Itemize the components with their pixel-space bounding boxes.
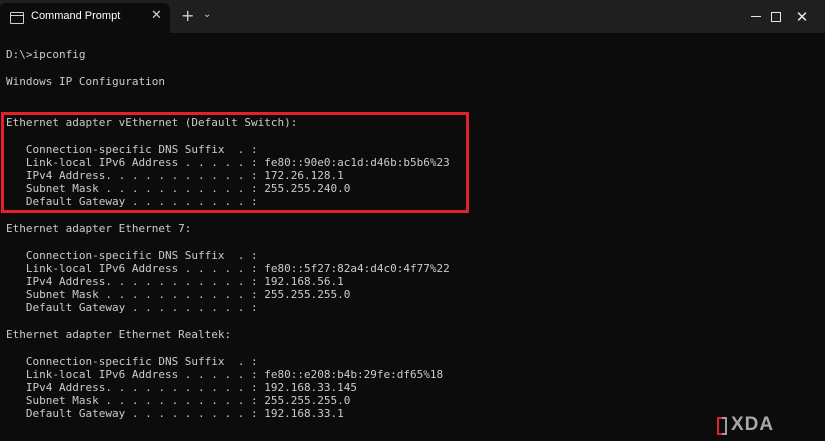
output-line: Link-local IPv6 Address . . . . . : fe80… xyxy=(6,262,450,275)
adapter-heading: Ethernet adapter Ethernet Realtek: xyxy=(6,328,232,341)
output-line: Link-local IPv6 Address . . . . . : fe80… xyxy=(6,368,444,381)
chevron-down-icon[interactable]: ⌄ xyxy=(203,9,211,20)
tab-title: Command Prompt xyxy=(31,10,121,22)
output-line: IPv4 Address. . . . . . . . . . . : 192.… xyxy=(6,275,344,288)
tab-command-prompt[interactable]: Command Prompt ✕ xyxy=(0,3,170,33)
title-bar: Command Prompt ✕ + ⌄ ✕ xyxy=(0,0,825,33)
close-button[interactable]: ✕ xyxy=(779,0,825,33)
tab-close-icon[interactable]: ✕ xyxy=(151,8,162,23)
prompt-line: D:\>ipconfig xyxy=(6,48,86,61)
xda-watermark: XDA xyxy=(717,414,774,436)
xda-logo-text: XDA xyxy=(731,414,775,435)
output-line: IPv4 Address. . . . . . . . . . . : 192.… xyxy=(6,381,357,394)
output-line: Default Gateway . . . . . . . . . : xyxy=(6,301,258,314)
output-line: Default Gateway . . . . . . . . . : 192.… xyxy=(6,407,344,420)
output-line: Connection-specific DNS Suffix . : xyxy=(6,355,258,368)
output-line: Windows IP Configuration xyxy=(6,75,165,88)
terminal-output[interactable]: D:\>ipconfig Windows IP Configuration Et… xyxy=(0,33,825,441)
new-tab-button[interactable]: + xyxy=(181,6,194,25)
highlight-box xyxy=(1,112,469,213)
output-line: Subnet Mask . . . . . . . . . . . : 255.… xyxy=(6,394,351,407)
output-line: Subnet Mask . . . . . . . . . . . : 255.… xyxy=(6,288,351,301)
xda-logo-icon xyxy=(717,417,727,435)
adapter-heading: Ethernet adapter Ethernet 7: xyxy=(6,222,192,235)
terminal-icon xyxy=(10,12,24,24)
output-line: Connection-specific DNS Suffix . : xyxy=(6,249,258,262)
